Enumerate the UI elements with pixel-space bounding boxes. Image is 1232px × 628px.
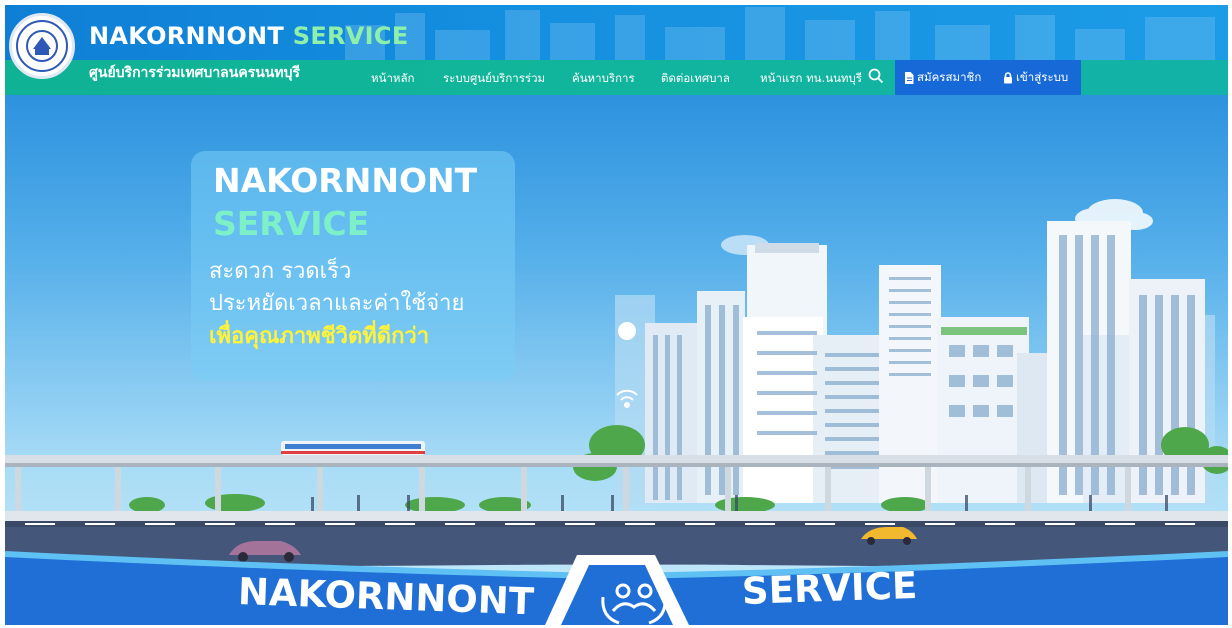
brand-title-accent: SERVICE: [292, 22, 409, 50]
document-icon: [905, 71, 914, 84]
register-button[interactable]: สมัครสมาชิก: [904, 60, 981, 95]
account-actions: สมัครสมาชิก เข้าสู่ระบบ: [895, 60, 1081, 95]
nav-joint-service-system[interactable]: ระบบศูนย์บริการร่วม: [443, 63, 545, 93]
login-label: เข้าสู่ระบบ: [1016, 70, 1069, 84]
promo-tagline-3: เพื่อคุณภาพชีวิตที่ดีกว่า: [209, 324, 430, 349]
nav-home[interactable]: หน้าหลัก: [371, 63, 415, 93]
hero-banner: NAKORNNONT SERVICE สะดวก รวดเร็ว ประหยัด…: [5, 95, 1228, 625]
city-illustration: [5, 199, 1228, 625]
nav-search-services[interactable]: ค้นหาบริการ: [572, 63, 635, 93]
skytrain-icon: [281, 441, 425, 455]
site-header: NAKORNNONT SERVICE ศูนย์บริการร่วมเทศบาล…: [5, 5, 1228, 95]
nav-contact-municipality[interactable]: ติดต่อเทศบาล: [661, 63, 730, 93]
login-button[interactable]: เข้าสู่ระบบ: [1003, 60, 1068, 95]
promo-tagline-1: สะดวก รวดเร็ว: [209, 259, 352, 284]
brand-subtitle: ศูนย์บริการร่วมเทศบาลนครนนทบุรี: [89, 65, 300, 81]
banner-word-right: SERVICE: [741, 563, 918, 613]
promo-title-line1: NAKORNNONT: [213, 161, 478, 200]
promo-tagline-2: ประหยัดเวลาและค่าใช้จ่าย: [209, 291, 465, 316]
page-frame: NAKORNNONT SERVICE ศูนย์บริการร่วมเทศบาล…: [5, 5, 1228, 625]
people-hands-icon: [601, 583, 667, 625]
register-label: สมัครสมาชิก: [917, 70, 982, 84]
promo-title-line2: SERVICE: [213, 204, 370, 243]
header-skyline-decoration: [345, 7, 1215, 60]
seal-emblem-icon: [26, 30, 58, 62]
nav-municipality-homepage[interactable]: หน้าแรก ทน.นนทบุรี: [760, 63, 862, 93]
city-seal-logo[interactable]: [9, 13, 75, 79]
search-icon[interactable]: [868, 68, 884, 84]
brand-title-main: NAKORNNONT: [89, 22, 285, 50]
logo-emblem: [16, 20, 68, 72]
brand-title: NAKORNNONT SERVICE: [89, 22, 409, 50]
lock-icon: [1004, 71, 1012, 83]
